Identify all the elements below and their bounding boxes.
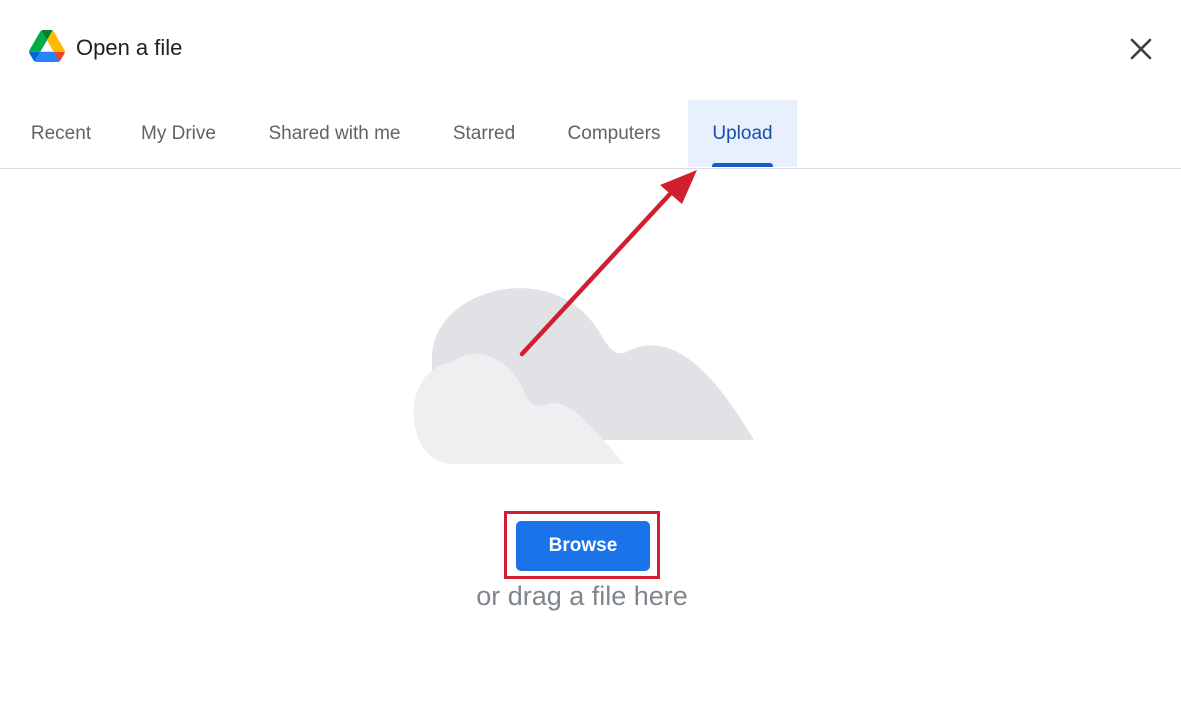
browse-button[interactable]: Browse [516,521,650,571]
tab-my-drive[interactable]: My Drive [116,100,241,167]
close-icon [1130,38,1152,60]
tab-upload[interactable]: Upload [688,100,797,167]
tab-label: My Drive [141,123,216,144]
dialog-title: Open a file [76,35,183,60]
tab-bar: Recent My Drive Shared with me Starred C… [0,100,1181,169]
tab-label: Recent [30,123,92,144]
close-button[interactable] [1122,30,1160,68]
tab-label: Upload [712,123,773,144]
tab-label: Shared with me [268,123,401,144]
google-drive-logo-icon [29,30,65,62]
tab-computers[interactable]: Computers [540,100,688,167]
tab-recent[interactable]: Recent [6,100,116,167]
dialog-header: Open a file [0,0,1181,100]
cloud-icon [413,288,754,464]
tab-starred[interactable]: Starred [428,100,540,167]
open-file-dialog: Open a file Recent My Drive Shared with … [0,0,1181,727]
drag-hint-text: or drag a file here [476,581,688,611]
tab-label: Starred [452,123,516,144]
tab-shared-with-me[interactable]: Shared with me [241,100,428,167]
tab-label: Computers [567,123,661,144]
active-tab-indicator [712,163,773,167]
